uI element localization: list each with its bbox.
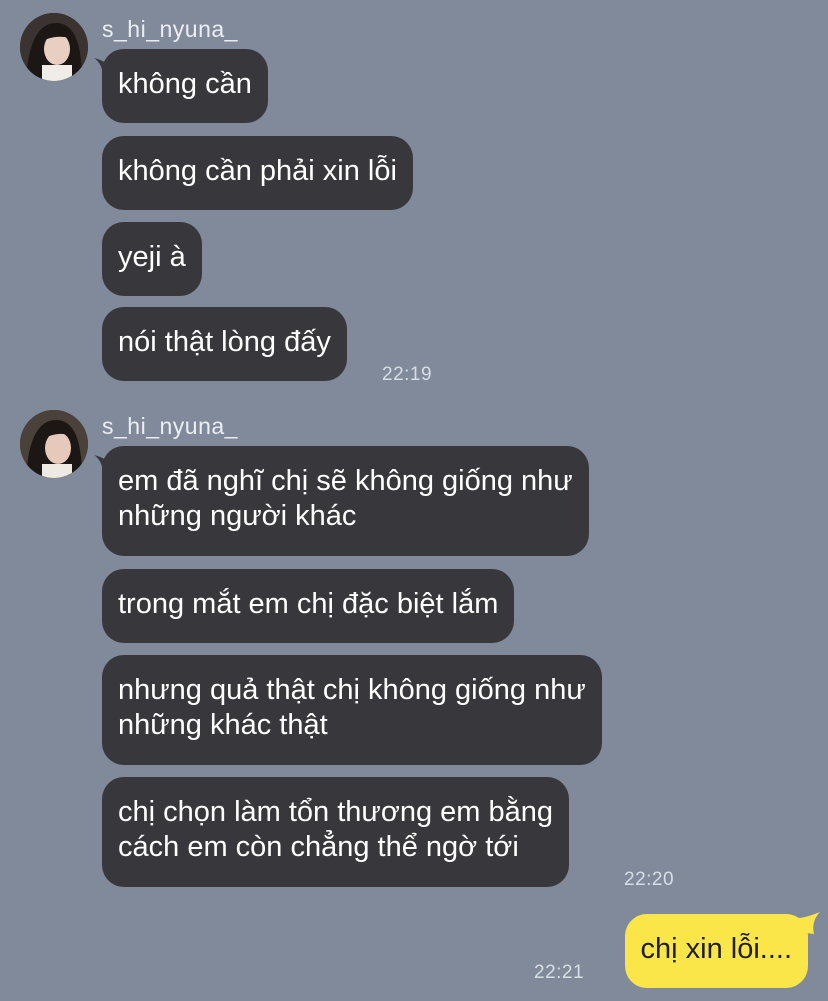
sender-name: s_hi_nyuna_ [102,16,238,42]
message-timestamp: 22:20 [624,869,675,890]
message-text-line: nhưng quả thật chị không giống như [118,674,586,706]
message-bubble[interactable]: chị chọn làm tổn thương em bằng cách em … [102,777,570,887]
message-text: không cần phải xin lỗi [118,155,397,187]
message-bubble[interactable]: em đã nghĩ chị sẽ không giống như những … [102,446,589,556]
message-text-line: cách em còn chẳng thể ngờ tới [118,831,519,863]
message-bubble[interactable]: nói thật lòng đấy [102,307,347,381]
my-message-bubble[interactable]: chị xin lỗi.... [624,914,808,988]
message-text-line: em đã nghĩ chị sẽ không giống như [118,465,573,497]
message-text-line: những người khác [118,500,357,532]
avatar[interactable] [20,13,88,81]
message-text: chị xin lỗi.... [640,933,793,965]
message-bubble[interactable]: trong mắt em chị đặc biệt lắm [102,569,515,643]
bubble-tail [798,912,820,934]
message-timestamp: 22:19 [382,364,433,385]
message-text: nói thật lòng đấy [118,326,331,358]
message-timestamp: 22:21 [534,962,585,983]
message-bubble[interactable]: không cần [102,49,268,123]
sender-name: s_hi_nyuna_ [102,413,238,439]
message-text: không cần [118,68,252,100]
message-text: yeji à [118,241,186,273]
message-text: trong mắt em chị đặc biệt lắm [118,588,499,620]
message-bubble[interactable]: không cần phải xin lỗi [102,136,413,210]
message-text-line: những khác thật [118,709,328,741]
message-bubble[interactable]: yeji à [102,222,202,296]
message-bubble[interactable]: nhưng quả thật chị không giống như những… [102,655,602,765]
avatar[interactable] [20,410,88,478]
message-text-line: chị chọn làm tổn thương em bằng [118,796,554,828]
